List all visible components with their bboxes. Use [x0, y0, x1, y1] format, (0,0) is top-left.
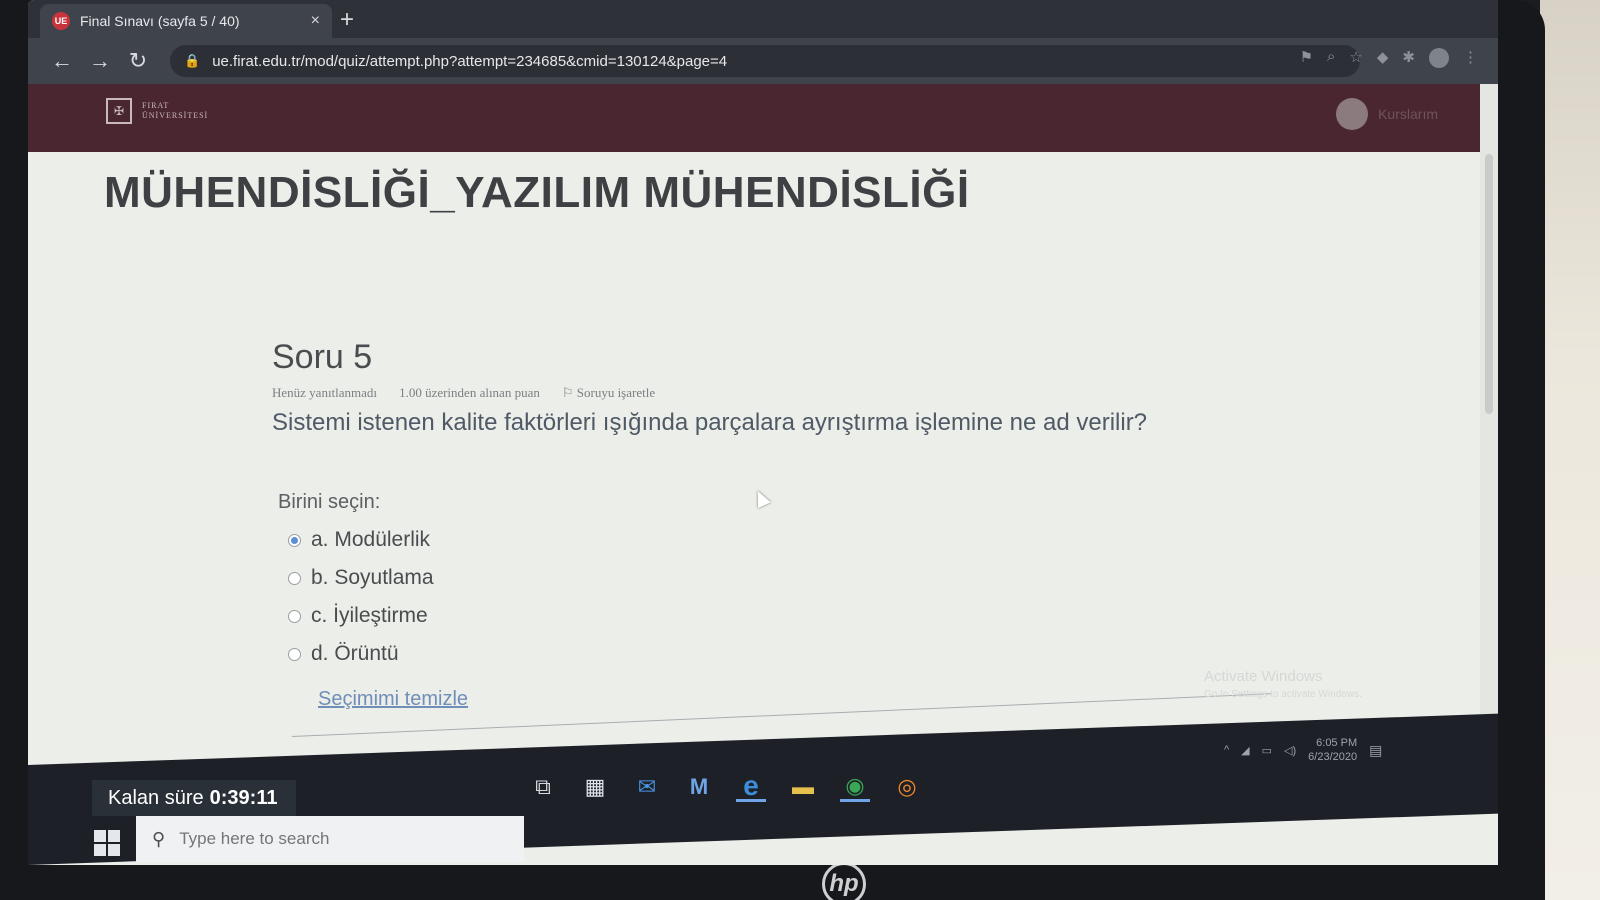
- university-seal-icon: ✠: [106, 98, 132, 124]
- url-text: ue.firat.edu.tr/mod/quiz/attempt.php?att…: [212, 52, 728, 70]
- clock-date: 6/23/2020: [1308, 751, 1358, 763]
- option-label: b. Soyutlama: [311, 566, 434, 589]
- answer-option-c[interactable]: c. İyileştirme: [288, 604, 1272, 628]
- option-label: d. Örüntü: [311, 642, 399, 665]
- answer-option-b[interactable]: b. Soyutlama: [288, 566, 1272, 590]
- option-label: a. Modülerlik: [311, 528, 431, 551]
- radio-button[interactable]: [288, 533, 301, 547]
- radio-button[interactable]: [288, 609, 301, 623]
- question-block: Soru 5 Henüz yanıtlanmadı 1.00 üzerinden…: [272, 338, 1272, 711]
- chrome-icon[interactable]: ◉: [840, 772, 870, 802]
- flag-icon: ⚐: [561, 385, 577, 400]
- avatar: [1336, 98, 1369, 130]
- radio-button[interactable]: [288, 571, 301, 585]
- browser-tab[interactable]: UE Final Sınavı (sayfa 5 / 40) ×: [40, 4, 332, 38]
- answer-option-d[interactable]: d. Örüntü: [288, 642, 1272, 666]
- taskbar-search[interactable]: ⚲: [136, 816, 524, 862]
- task-view-icon[interactable]: ⧉: [528, 772, 558, 802]
- toolbar-extensions: ⚑ ⌕ ☆ ◆ ✱ ⋮: [1300, 48, 1478, 68]
- course-title: MÜHENDİSLİĞİ_YAZILIM MÜHENDİSLİĞİ: [104, 168, 970, 217]
- browser-profile-icon[interactable]: [1429, 48, 1449, 68]
- screen: UE Final Sınavı (sayfa 5 / 40) × + ← → ↻…: [28, 0, 1498, 865]
- answer-block: Birini seçin: a. Modülerlik b. Soyutlama…: [278, 491, 1272, 711]
- bookmark-star-icon[interactable]: ☆: [1349, 48, 1362, 68]
- user-menu-label: Kurslarım: [1378, 106, 1438, 122]
- question-points: 1.00 üzerinden alınan puan: [399, 385, 540, 400]
- logo-line2: ÜNİVERSİTESİ: [142, 111, 209, 120]
- question-number: Soru 5: [272, 338, 373, 376]
- university-name: FIRAT ÜNİVERSİTESİ: [142, 101, 208, 121]
- windows-start-icon[interactable]: [94, 830, 120, 856]
- tray-network-icon[interactable]: ◢: [1241, 744, 1249, 757]
- timer-label: Kalan süre: [108, 786, 204, 809]
- search-icon: ⚲: [152, 828, 166, 849]
- taskbar-clock[interactable]: 6:05 PM 6/23/2020: [1308, 736, 1357, 764]
- blender-icon[interactable]: ◎: [892, 772, 922, 802]
- mail-icon[interactable]: ✉: [632, 772, 662, 802]
- question-status: Henüz yanıtlanmadı: [272, 385, 378, 400]
- quiz-timer: Kalan süre 0:39:11: [92, 780, 296, 816]
- watermark-subtitle: Go to Settings to activate Windows.: [1204, 689, 1362, 700]
- address-bar[interactable]: 🔒 ue.firat.edu.tr/mod/quiz/attempt.php?a…: [170, 45, 1360, 77]
- page-scrollbar[interactable]: [1480, 84, 1498, 764]
- timer-value: 0:39:11: [209, 786, 278, 809]
- university-logo[interactable]: ✠ FIRAT ÜNİVERSİTESİ: [106, 98, 208, 124]
- scrollbar-thumb[interactable]: [1485, 154, 1493, 414]
- choose-one-label: Birini seçin:: [278, 491, 381, 513]
- site-navbar: ✠ FIRAT ÜNİVERSİTESİ Kurslarım: [28, 84, 1498, 152]
- translate-icon[interactable]: ⚑: [1300, 48, 1313, 68]
- zoom-icon[interactable]: ⌕: [1327, 48, 1335, 68]
- tab-title: Final Sınavı (sayfa 5 / 40): [80, 13, 240, 29]
- browser-toolbar: ← → ↻ 🔒 ue.firat.edu.tr/mod/quiz/attempt…: [28, 38, 1498, 84]
- user-menu[interactable]: Kurslarım: [1336, 98, 1438, 130]
- file-explorer-icon[interactable]: ▬: [788, 772, 818, 802]
- tray-chevron-icon[interactable]: ^: [1224, 744, 1229, 756]
- tray-volume-icon[interactable]: ◁): [1284, 744, 1296, 757]
- tray-battery-icon[interactable]: ▭: [1262, 744, 1272, 757]
- activate-windows-watermark: Activate Windows Go to Settings to activ…: [1204, 668, 1362, 700]
- answer-option-a[interactable]: a. Modülerlik: [288, 528, 1272, 552]
- logo-line1: FIRAT: [142, 101, 170, 110]
- close-tab-icon[interactable]: ×: [311, 12, 320, 30]
- store-icon[interactable]: ▦: [580, 772, 610, 802]
- option-label: c. İyileştirme: [311, 604, 428, 627]
- new-tab-button[interactable]: +: [340, 6, 354, 34]
- clear-selection-link[interactable]: Seçimimi temizle: [318, 688, 468, 711]
- system-tray: ^ ◢ ▭ ◁) 6:05 PM 6/23/2020 ▤: [1224, 736, 1382, 764]
- back-arrow-icon[interactable]: ←: [46, 45, 78, 77]
- search-input[interactable]: [179, 829, 480, 849]
- radio-button[interactable]: [288, 647, 301, 661]
- reload-icon[interactable]: ↻: [122, 45, 154, 77]
- site-favicon-icon: UE: [52, 12, 70, 30]
- question-text: Sistemi istenen kalite faktörleri ışığın…: [272, 409, 1148, 436]
- flag-label: Soruyu işaretle: [576, 385, 656, 400]
- extension-icon[interactable]: ◆: [1377, 48, 1389, 68]
- browser-menu-icon[interactable]: ⋮: [1463, 48, 1478, 68]
- lock-icon: 🔒: [184, 53, 201, 68]
- watermark-title: Activate Windows: [1204, 668, 1323, 685]
- notification-icon[interactable]: ▤: [1369, 742, 1382, 759]
- question-info: Henüz yanıtlanmadı 1.00 üzerinden alınan…: [272, 385, 1272, 401]
- gmail-icon[interactable]: M: [684, 772, 714, 802]
- browser-tab-bar: UE Final Sınavı (sayfa 5 / 40) × +: [28, 0, 1498, 38]
- forward-arrow-icon[interactable]: →: [84, 45, 116, 77]
- edge-browser-icon[interactable]: e: [736, 770, 766, 802]
- puzzle-icon[interactable]: ✱: [1402, 48, 1415, 68]
- taskbar-apps: ⧉ ▦ ✉ M e ▬ ◉ ◎: [528, 770, 922, 802]
- background-wall: [1540, 0, 1600, 900]
- monitor-brand-logo: hp: [822, 862, 866, 900]
- flag-question-link[interactable]: ⚐ Soruyu işaretle: [562, 385, 655, 401]
- clock-time: 6:05 PM: [1316, 737, 1358, 749]
